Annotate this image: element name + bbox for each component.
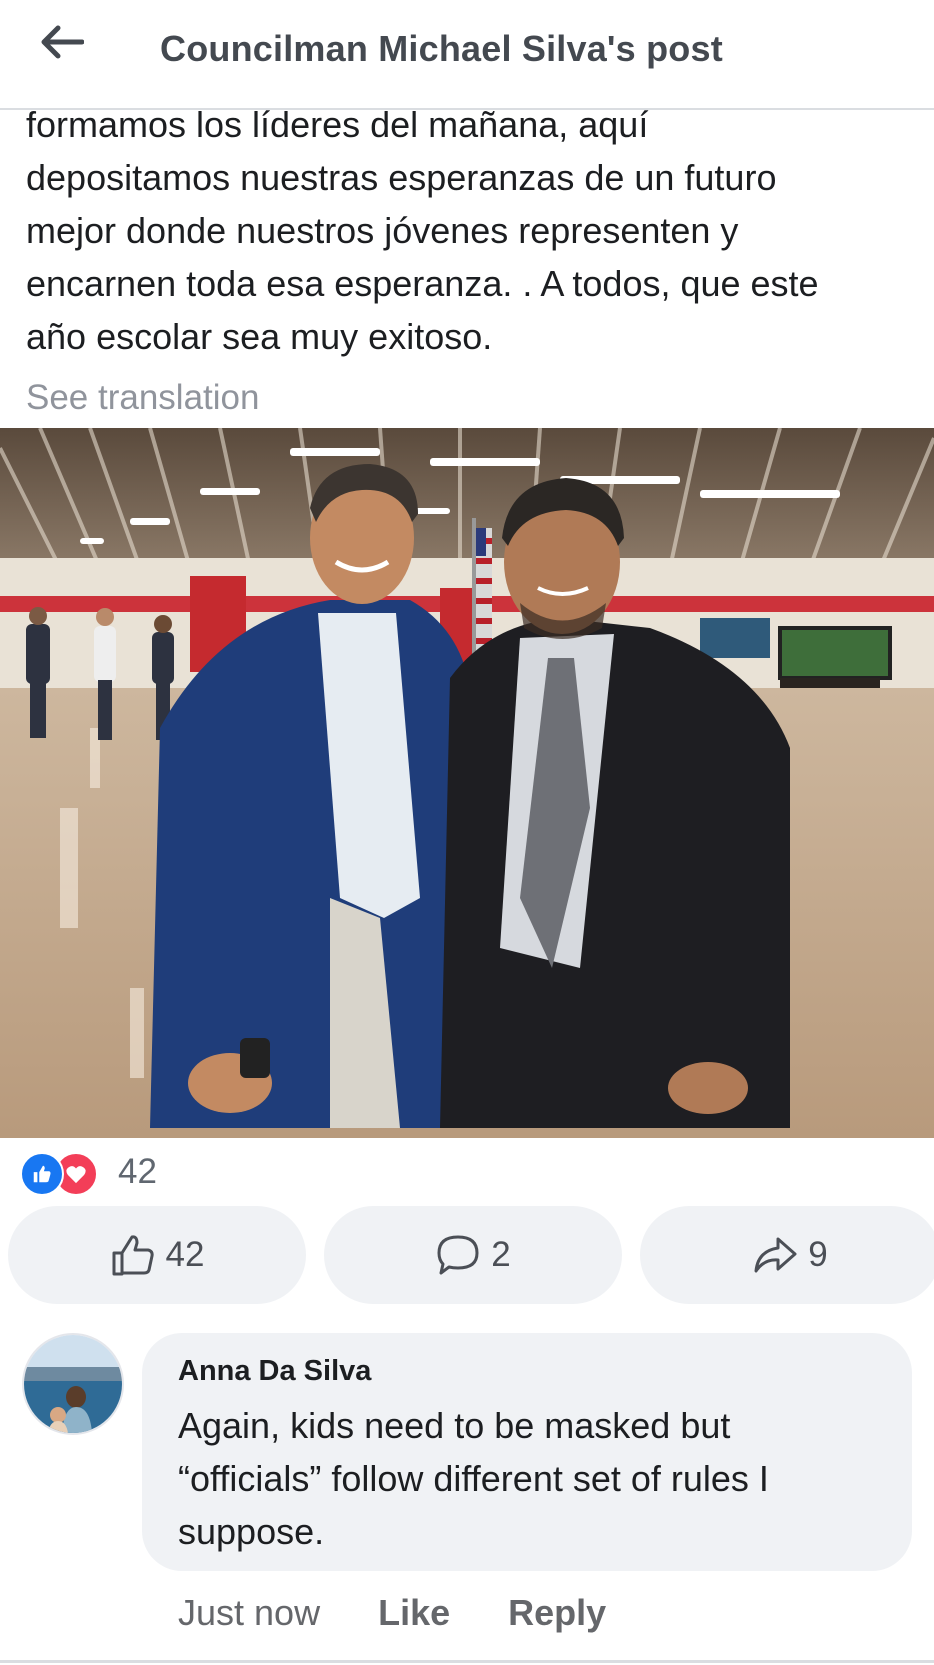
comment-text-line: “officials” follow different set of rule… bbox=[178, 1458, 769, 1499]
back-button[interactable] bbox=[30, 20, 94, 68]
see-translation-link[interactable]: See translation bbox=[26, 378, 259, 418]
post-text-line: año escolar sea muy exitoso. bbox=[26, 316, 493, 357]
comment-bubble: Anna Da Silva Again, kids need to be mas… bbox=[142, 1333, 912, 1571]
like-button[interactable]: 42 bbox=[8, 1206, 306, 1304]
top-bar: Councilman Michael Silva's post bbox=[0, 0, 934, 110]
comment-count: 2 bbox=[491, 1235, 511, 1274]
divider bbox=[0, 1660, 934, 1663]
reaction-count: 42 bbox=[118, 1152, 157, 1191]
share-count: 9 bbox=[808, 1235, 828, 1274]
post-text-line: depositamos nuestras esperanzas de un fu… bbox=[26, 157, 777, 198]
comment-like-button[interactable]: Like bbox=[378, 1592, 450, 1634]
post-text-line: mejor donde nuestros jóvenes representen… bbox=[26, 210, 739, 251]
like-count: 42 bbox=[165, 1235, 205, 1274]
comment-text: Again, kids need to be masked but “offic… bbox=[178, 1399, 898, 1558]
comment-author[interactable]: Anna Da Silva bbox=[178, 1355, 371, 1388]
comment-bubble-icon bbox=[435, 1233, 481, 1277]
reaction-summary[interactable]: 42 bbox=[20, 1150, 157, 1196]
page-title: Councilman Michael Silva's post bbox=[160, 28, 723, 69]
avatar[interactable] bbox=[22, 1333, 124, 1435]
post-page: Councilman Michael Silva's post formamos… bbox=[0, 0, 934, 1665]
comment-timestamp: Just now bbox=[178, 1592, 321, 1633]
comment-reply-button[interactable]: Reply bbox=[508, 1592, 606, 1634]
comment-text-line: Again, kids need to be masked but bbox=[178, 1405, 731, 1446]
comment-text-line: suppose. bbox=[178, 1511, 325, 1552]
thumbs-up-icon bbox=[110, 1233, 156, 1277]
post-actions: 42 2 9 bbox=[8, 1206, 934, 1304]
arrow-left-icon bbox=[40, 25, 85, 64]
share-arrow-icon bbox=[752, 1235, 798, 1275]
like-icon bbox=[20, 1152, 64, 1196]
comment-button[interactable]: 2 bbox=[324, 1206, 622, 1304]
share-button[interactable]: 9 bbox=[640, 1206, 934, 1304]
reaction-icons bbox=[20, 1150, 108, 1196]
comment-meta: Just now Like Reply bbox=[178, 1592, 606, 1634]
post-body: formamos los líderes del mañana, aquí de… bbox=[26, 98, 906, 363]
post-photo[interactable] bbox=[0, 428, 934, 1138]
post-text-line: encarnen toda esa esperanza. . A todos, … bbox=[26, 263, 819, 304]
